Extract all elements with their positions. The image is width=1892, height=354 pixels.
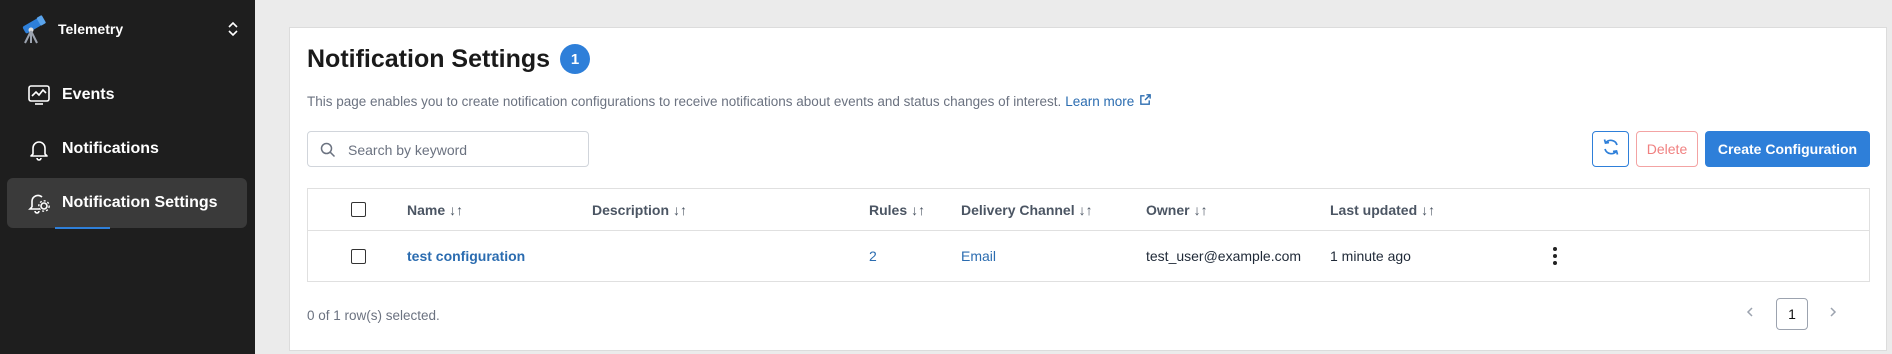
table-header: Name ↓↑ Description ↓↑ Rules ↓↑ Delivery…	[308, 189, 1869, 231]
column-label: Name	[407, 201, 446, 218]
cell-name: test configuration	[407, 231, 525, 281]
bell-gear-icon	[27, 191, 51, 215]
configurations-table: Name ↓↑ Description ↓↑ Rules ↓↑ Delivery…	[307, 188, 1870, 282]
bell-icon	[27, 137, 51, 161]
create-configuration-button[interactable]: Create Configuration	[1705, 131, 1870, 167]
sort-icon: ↓↑	[673, 201, 688, 218]
next-page-button[interactable]	[1821, 302, 1845, 326]
chart-monitor-icon	[27, 83, 51, 107]
row-checkbox[interactable]	[351, 248, 366, 264]
column-label: Owner	[1146, 201, 1190, 218]
cell-rules: 2	[869, 231, 877, 281]
sidebar-item-label: Events	[62, 86, 115, 103]
search-box	[307, 131, 589, 167]
column-label: Last updated	[1330, 201, 1418, 218]
column-label: Description	[592, 201, 670, 218]
telescope-icon	[18, 12, 48, 46]
column-header-owner[interactable]: Owner ↓↑	[1146, 189, 1208, 230]
app-switcher[interactable]: Telemetry	[18, 12, 240, 46]
column-header-name[interactable]: Name ↓↑	[407, 189, 463, 230]
app-name: Telemetry	[58, 21, 124, 37]
cell-last-updated: 1 minute ago	[1330, 248, 1411, 264]
column-header-last-updated[interactable]: Last updated ↓↑	[1330, 189, 1435, 230]
column-label: Rules	[869, 201, 908, 218]
page-description: This page enables you to create notifica…	[307, 93, 1152, 109]
title-row: Notification Settings 1	[307, 44, 591, 74]
select-all-checkbox[interactable]	[351, 202, 366, 217]
page-number-button[interactable]: 1	[1776, 298, 1808, 330]
configuration-name-link[interactable]: test configuration	[407, 248, 525, 264]
column-label: Delivery Channel	[961, 201, 1075, 218]
delete-button[interactable]: Delete	[1636, 131, 1698, 167]
column-header-delivery-channel[interactable]: Delivery Channel ↓↑	[961, 189, 1093, 230]
sidebar-item-label: Notifications	[62, 140, 159, 157]
page-title: Notification Settings	[307, 44, 551, 73]
sidebar-item-notifications[interactable]: Notifications	[7, 124, 247, 174]
description-text: This page enables you to create notifica…	[307, 93, 1062, 109]
cell-owner: test_user@example.com	[1146, 248, 1302, 264]
refresh-icon	[1601, 137, 1621, 162]
count-badge: 1	[560, 44, 591, 74]
sort-icon: ↓↑	[1421, 201, 1436, 218]
learn-more-link[interactable]: Learn more	[1065, 93, 1152, 109]
row-select-cell	[351, 231, 366, 281]
sidebar-item-events[interactable]: Events	[7, 70, 247, 120]
search-input[interactable]	[348, 138, 583, 162]
chevron-up-down-icon	[226, 20, 240, 38]
chevron-left-icon	[1744, 305, 1756, 323]
chevron-right-icon	[1827, 305, 1839, 323]
column-header-rules[interactable]: Rules ↓↑	[869, 189, 925, 230]
previous-page-button[interactable]	[1738, 302, 1762, 326]
learn-more-label: Learn more	[1065, 93, 1135, 109]
search-icon	[320, 142, 336, 158]
sort-icon: ↓↑	[1193, 201, 1208, 218]
refresh-button[interactable]	[1592, 131, 1629, 167]
sort-icon: ↓↑	[911, 201, 926, 218]
rules-count-link[interactable]: 2	[869, 248, 877, 264]
delivery-channel-link[interactable]: Email	[961, 248, 996, 264]
sidebar: Telemetry Events Notifications Notificat…	[0, 0, 255, 354]
row-actions-cell	[1545, 231, 1565, 281]
more-options-icon[interactable]	[1545, 244, 1565, 268]
table-row: test configuration 2 Email test_user@exa…	[308, 231, 1869, 281]
select-all-cell	[351, 189, 366, 230]
active-indicator	[55, 227, 110, 229]
main-card: Notification Settings 1 This page enable…	[289, 27, 1887, 351]
external-link-icon	[1134, 93, 1152, 109]
sidebar-item-notification-settings[interactable]: Notification Settings	[7, 178, 247, 229]
sort-icon: ↓↑	[449, 201, 464, 218]
cell-delivery-channel: Email	[961, 231, 996, 281]
sidebar-item-label: Notification Settings	[62, 194, 218, 211]
column-header-description[interactable]: Description ↓↑	[592, 189, 687, 230]
sort-icon: ↓↑	[1078, 201, 1093, 218]
selection-status: 0 of 1 row(s) selected.	[307, 308, 440, 323]
